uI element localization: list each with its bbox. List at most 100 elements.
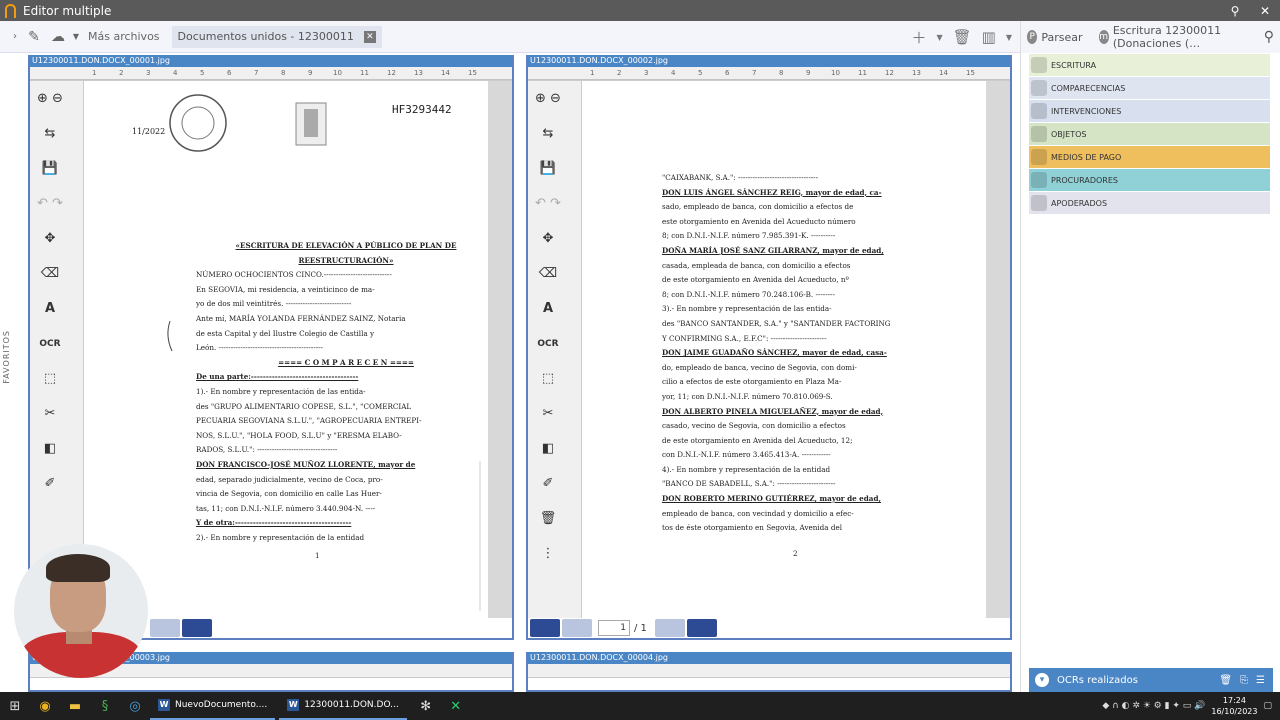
document-pane-2: U12300011.DON.DOCX_00002.jpg 1 2 3 4 5 6 7 8 9 10… — [526, 55, 1012, 640]
export-icon[interactable]: ⎘ — [1240, 675, 1248, 686]
delete-icon[interactable]: 🗑 — [1219, 675, 1232, 686]
fit-icon[interactable]: ⇆ — [33, 116, 67, 151]
app-s-icon[interactable]: § — [90, 692, 120, 720]
tab-close-icon[interactable]: ✕ — [363, 30, 376, 43]
split-icon[interactable]: ◧ — [33, 431, 67, 466]
undo-icon[interactable]: ↶ ↷ — [33, 186, 67, 221]
svg-text:2: 2 — [119, 69, 123, 77]
ocr-button[interactable]: OCR — [531, 326, 565, 361]
gear-icon[interactable]: ✻ — [411, 692, 441, 720]
document-serial: HF3293442 — [392, 103, 452, 116]
trash-icon[interactable]: 🗑 — [953, 28, 972, 46]
zoom-in-icon[interactable]: ⊕ ⊖ — [33, 81, 67, 116]
chevron-down-icon[interactable]: ▾ — [1035, 673, 1049, 687]
document-line: De una parte:---------------------------… — [196, 372, 359, 382]
taskbar-app-12300011[interactable]: W 12300011.DON.DO... — [279, 692, 407, 720]
app-logo-icon — [5, 3, 16, 18]
stamp-date: 11/2022 — [132, 127, 166, 136]
vertical-scrollbar[interactable] — [488, 81, 512, 622]
scissors-icon[interactable]: ✂ — [531, 396, 565, 431]
add-icon[interactable]: ＋ — [911, 27, 926, 48]
next-page-button[interactable] — [182, 619, 212, 637]
app-x-icon[interactable]: ✕ — [441, 692, 471, 720]
save-icon[interactable]: 💾 — [531, 151, 565, 186]
layout-icon[interactable]: ▥ — [982, 28, 996, 46]
select-region-icon[interactable]: ⬚ — [531, 361, 565, 396]
vertical-toolbar: ⊕ ⊖ ⇆ 💾 ↶ ↷ ✥ ⌫ A OCR ⬚ ✂ ◧ ✐ — [33, 81, 67, 501]
page2-number: 2 — [793, 549, 798, 558]
pin-icon[interactable]: ⚲ — [1220, 4, 1250, 18]
clock[interactable]: 17:24 16/10/2023 — [1211, 695, 1257, 717]
favoritos-sidebar[interactable]: FAVORITOS — [2, 330, 11, 384]
ruler-top-ticks: 1 2 3 4 5 6 7 8 9 10 11 12 13 14 15 — [30, 69, 512, 80]
ruler-top: 1 2 3 4 5 6 7 8 9 10 11 12 13 14 15 — [30, 67, 512, 81]
text-icon[interactable]: A — [33, 291, 67, 326]
category-item[interactable]: COMPARECENCIAS — [1029, 77, 1270, 99]
brush-icon[interactable]: ✐ — [531, 466, 565, 501]
document-line: yor, 11; con D.N.I.-N.I.F. número 70.810… — [662, 391, 833, 401]
mas-archivos-button[interactable]: Más archivos — [88, 30, 160, 43]
chevron-down-icon[interactable]: ▼ — [70, 32, 82, 41]
next-page-button[interactable] — [654, 619, 685, 637]
page-input[interactable]: 1 — [598, 620, 630, 636]
parsear-button[interactable]: Parsear — [1041, 31, 1082, 44]
undo-icon[interactable]: ↶ ↷ — [531, 186, 565, 221]
tray-icons[interactable]: ◆ ∩ ◐ ✲ ☀ ⚙ ▮ ✦ ▭ 🔊 — [1102, 701, 1205, 711]
add-dropdown-icon[interactable]: ▼ — [936, 33, 942, 42]
zoom-in-icon[interactable]: ⊕ ⊖ — [531, 81, 565, 116]
taskbar-app-nuevodocumento[interactable]: W NuevoDocumento.... — [150, 692, 276, 720]
folder-icon[interactable]: ▬ — [60, 692, 90, 720]
document-line: cilio a efectos de este otorgamiento en … — [662, 377, 842, 387]
escritura-icon: m — [1098, 30, 1109, 44]
delete-icon[interactable]: 🗑 — [531, 501, 565, 536]
text-icon[interactable]: A — [531, 291, 565, 326]
layout-dropdown-icon[interactable]: ▼ — [1006, 33, 1012, 42]
svg-text:13: 13 — [912, 69, 921, 77]
word-icon: W — [287, 699, 300, 711]
list-icon[interactable]: ☰ — [1256, 675, 1265, 686]
category-item[interactable]: INTERVENCIONES — [1029, 100, 1270, 122]
tab-documentos-unidos[interactable]: Documentos unidos - 12300011 ✕ — [171, 25, 382, 48]
app-circle-icon[interactable]: ◎ — [120, 692, 150, 720]
save-icon[interactable]: 💾 — [33, 151, 67, 186]
document-line: DON ROBERTO MERINO GUTIÉRREZ, mayor de e… — [662, 494, 881, 504]
move-icon[interactable]: ✥ — [33, 221, 67, 256]
eraser-icon[interactable]: ⌫ — [531, 256, 565, 291]
more-icon[interactable]: ⋮ — [531, 536, 565, 571]
svg-text:4: 4 — [173, 69, 178, 77]
category-item[interactable]: APODERADOS — [1029, 192, 1270, 214]
select-region-icon[interactable]: ⬚ — [33, 361, 67, 396]
document-line: Y de otra:------------------------------… — [196, 518, 352, 528]
first-page-button[interactable] — [530, 619, 560, 637]
move-icon[interactable]: ✥ — [531, 221, 565, 256]
pane-title: U12300011.DON.DOCX_00002.jpg — [528, 55, 1010, 67]
document-line: este otorgamiento en Avenida del Acueduc… — [662, 216, 856, 226]
ocrs-realizados-bar[interactable]: ▾ OCRs realizados 🗑 ⎘ ☰ — [1029, 668, 1273, 692]
vertical-scrollbar[interactable] — [986, 81, 1010, 622]
category-item[interactable]: ESCRITURA — [1029, 54, 1270, 76]
last-page-button[interactable] — [686, 619, 717, 637]
scissors-icon[interactable]: ✂ — [33, 396, 67, 431]
category-item[interactable]: OBJETOS — [1029, 123, 1270, 145]
category-item[interactable]: PROCURADORES — [1029, 169, 1270, 191]
close-icon[interactable]: ✕ — [1250, 4, 1280, 18]
ocr-button[interactable]: OCR — [33, 326, 67, 361]
document-line: RADOS, S.L.U.": ------------------------… — [196, 445, 338, 455]
notification-icon[interactable]: ▢ — [1263, 701, 1272, 711]
prev-page-button[interactable] — [562, 619, 592, 637]
category-item[interactable]: MEDIOS DE PAGO — [1029, 146, 1270, 168]
eraser-icon[interactable]: ⌫ — [33, 256, 67, 291]
search-icon[interactable]: ⚲ — [1264, 29, 1274, 45]
parsear-icon[interactable]: P — [1027, 30, 1038, 44]
document-line: vincia de Segovia, con domicilio en call… — [196, 489, 382, 499]
prev-page-button[interactable] — [150, 619, 180, 637]
svg-text:7: 7 — [254, 69, 258, 77]
collapse-arrow-icon[interactable]: › — [8, 31, 22, 42]
windows-start-icon[interactable]: ⊞ — [0, 692, 30, 720]
split-icon[interactable]: ◧ — [531, 431, 565, 466]
cloud-icon[interactable]: ☁ — [46, 29, 70, 45]
fit-icon[interactable]: ⇆ — [531, 116, 565, 151]
pencil-icon[interactable]: ✎ — [22, 29, 46, 45]
chrome-icon[interactable]: ◉ — [30, 692, 60, 720]
brush-icon[interactable]: ✐ — [33, 466, 67, 501]
